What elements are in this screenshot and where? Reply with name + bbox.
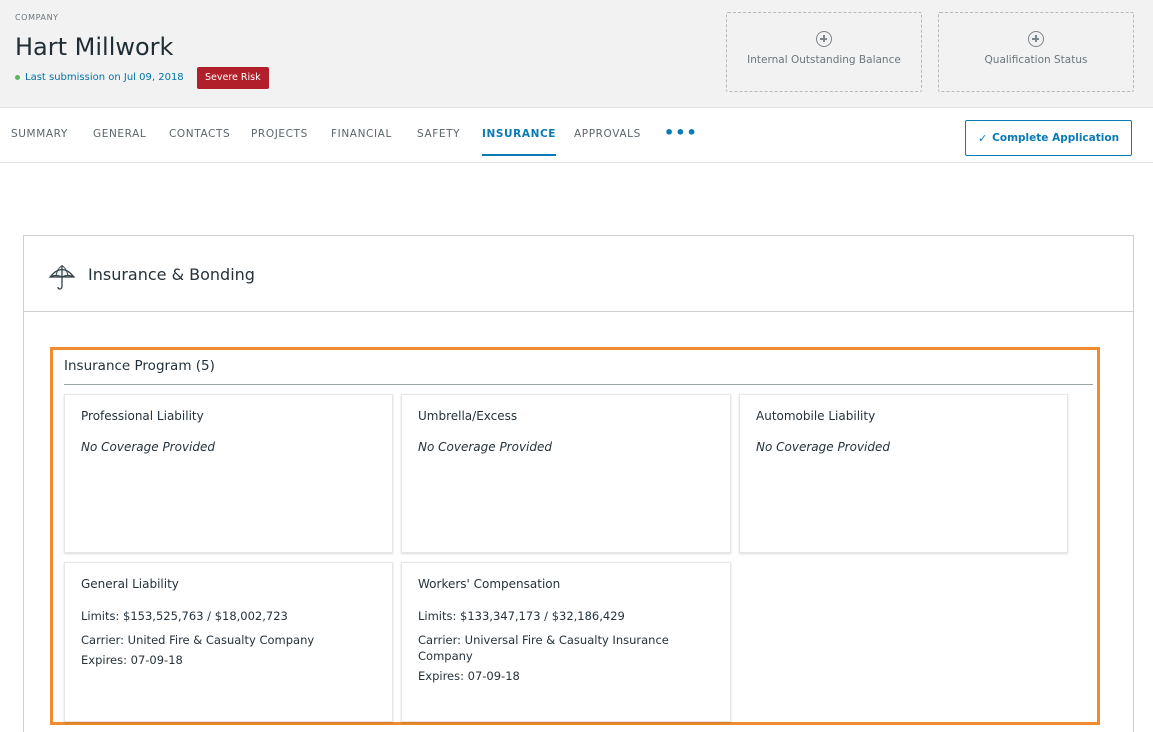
card-limits: Limits: $153,525,763 / $18,002,723: [81, 609, 288, 623]
tab-summary[interactable]: SUMMARY: [11, 128, 68, 156]
qualification-status-card[interactable]: Qualification Status: [938, 12, 1134, 92]
tab-general[interactable]: GENERAL: [93, 128, 146, 156]
complete-application-button[interactable]: ✓ Complete Application: [965, 120, 1132, 156]
last-submission[interactable]: Last submission on Jul 09, 2018: [15, 72, 184, 83]
tab-contacts[interactable]: CONTACTS: [169, 128, 230, 156]
stat-label: Internal Outstanding Balance: [747, 54, 901, 66]
insurance-card-umbrella-excess[interactable]: Umbrella/Excess No Coverage Provided: [401, 394, 731, 553]
risk-badge: Severe Risk: [197, 67, 269, 89]
last-submission-text[interactable]: Last submission on Jul 09, 2018: [25, 72, 184, 83]
tab-financial[interactable]: FINANCIAL: [331, 128, 392, 156]
card-empty-text: No Coverage Provided: [756, 440, 891, 454]
card-expires: Expires: 07-09-18: [418, 669, 520, 683]
card-title: Workers' Compensation: [418, 577, 561, 591]
more-tabs-icon[interactable]: •••: [664, 123, 698, 142]
card-empty-text: No Coverage Provided: [418, 440, 553, 454]
card-limits: Limits: $133,347,173 / $32,186,429: [418, 609, 625, 623]
insurance-program-title: Insurance Program (5): [64, 358, 215, 374]
company-name: Hart Millwork: [15, 33, 174, 61]
tab-projects[interactable]: PROJECTS: [251, 128, 308, 156]
company-header: COMPANY Hart Millwork Last submission on…: [0, 0, 1153, 108]
tab-approvals[interactable]: APPROVALS: [574, 128, 641, 156]
umbrella-icon: [48, 264, 76, 290]
status-dot-icon: [15, 75, 20, 80]
card-carrier: Carrier: Universal Fire & Casualty Insur…: [418, 633, 669, 663]
plus-circle-icon: [1028, 31, 1044, 47]
card-title: General Liability: [81, 577, 179, 591]
insurance-card-workers-compensation[interactable]: Workers' Compensation Limits: $133,347,1…: [401, 562, 731, 722]
check-icon: ✓: [977, 131, 988, 145]
card-empty-text: No Coverage Provided: [81, 440, 216, 454]
tab-bar: SUMMARY GENERAL CONTACTS PROJECTS FINANC…: [0, 108, 1153, 163]
insurance-card-general-liability[interactable]: General Liability Limits: $153,525,763 /…: [64, 562, 393, 722]
panel-title: Insurance & Bonding: [88, 265, 255, 284]
card-title: Automobile Liability: [756, 409, 876, 423]
card-expires: Expires: 07-09-18: [81, 653, 183, 667]
complete-application-label: Complete Application: [992, 132, 1120, 144]
stat-label: Qualification Status: [984, 54, 1088, 66]
company-label: COMPANY: [15, 13, 59, 22]
tab-insurance[interactable]: INSURANCE: [482, 128, 557, 156]
panel-header: Insurance & Bonding: [24, 236, 1133, 312]
divider: [64, 384, 1093, 385]
card-title: Umbrella/Excess: [418, 409, 518, 423]
card-carrier: Carrier: United Fire & Casualty Company: [81, 633, 315, 647]
tab-safety[interactable]: SAFETY: [417, 128, 460, 156]
internal-outstanding-balance-card[interactable]: Internal Outstanding Balance: [726, 12, 922, 92]
insurance-card-automobile-liability[interactable]: Automobile Liability No Coverage Provide…: [739, 394, 1068, 553]
plus-circle-icon: [816, 31, 832, 47]
card-title: Professional Liability: [81, 409, 204, 423]
insurance-card-professional-liability[interactable]: Professional Liability No Coverage Provi…: [64, 394, 393, 553]
